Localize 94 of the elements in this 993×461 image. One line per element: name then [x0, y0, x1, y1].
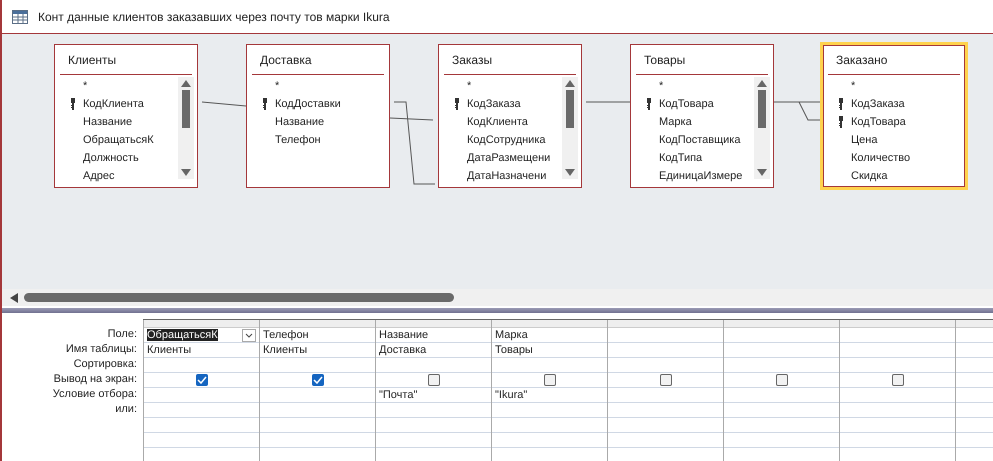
field-cell[interactable]: Марка [492, 328, 607, 343]
column-selector[interactable] [840, 320, 955, 328]
field-name[interactable]: КодКлиента [467, 116, 528, 128]
row-label: Поле: [106, 327, 138, 342]
table-name: Заказы [444, 45, 576, 75]
window-title: Конт данные клиентов заказавших через почту тов марки Ikura [38, 10, 390, 24]
field-name[interactable]: Название [275, 116, 324, 128]
field-name[interactable]: * [467, 80, 472, 92]
show-checkbox[interactable] [544, 374, 556, 386]
horizontal-scrollbar[interactable] [2, 289, 993, 306]
field-name[interactable]: КодЗаказа [851, 98, 905, 110]
field-cell[interactable]: Название [376, 328, 491, 343]
row-label: Вывод на экран: [52, 372, 138, 387]
scroll-thumb[interactable] [182, 90, 190, 128]
table-box[interactable]: Товары * КодТовара Марка КодПоставщика КодТипа ЕдиницаИзмере [630, 44, 774, 188]
show-checkbox[interactable] [196, 374, 208, 386]
table-name: Доставка [252, 45, 384, 75]
scroll-thumb[interactable] [758, 90, 766, 128]
field-name[interactable]: * [83, 80, 88, 92]
field-name[interactable]: * [659, 80, 664, 92]
field-name[interactable]: ЕдиницаИзмере [659, 170, 742, 182]
field-name[interactable]: Должность [83, 152, 139, 164]
criteria-cell[interactable]: "Почта" [376, 388, 491, 403]
show-checkbox[interactable] [428, 374, 440, 386]
column-selector[interactable] [608, 320, 723, 328]
vertical-scrollbar[interactable] [178, 77, 194, 179]
key-icon [262, 98, 268, 110]
field-name[interactable]: ДатаРазмещени [467, 152, 550, 164]
field-value: ОбращатьсяК [147, 329, 218, 341]
row-label: Имя таблицы: [64, 342, 138, 357]
field-name[interactable]: ОбращатьсяК [83, 134, 154, 146]
vertical-scrollbar[interactable] [754, 77, 770, 179]
field-name[interactable]: КодТипа [659, 152, 702, 164]
vertical-scrollbar[interactable] [562, 77, 578, 179]
field-name[interactable]: КодКлиента [83, 98, 144, 110]
table-box[interactable]: Доставка * КодДоставки Название Телефон [246, 44, 390, 188]
scroll-down-arrow-icon[interactable] [181, 169, 191, 176]
field-name[interactable]: КодТовара [659, 98, 714, 110]
key-icon [70, 98, 76, 110]
field-name[interactable]: Адрес [83, 170, 114, 182]
column-selector[interactable] [724, 320, 839, 328]
table-cell[interactable]: Товары [492, 343, 607, 358]
field-cell[interactable]: Телефон [260, 328, 375, 343]
table-box[interactable]: Заказы * КодЗаказа КодКлиента КодСотрудника ДатаРазмещени ДатаНазначени [438, 44, 582, 188]
table-box[interactable]: Заказано * КодЗаказа КодТовара Цена Количество Скидка [820, 42, 968, 190]
field-name[interactable]: Цена [851, 134, 878, 146]
show-checkbox[interactable] [776, 374, 788, 386]
row-label: Условие отбора: [52, 387, 138, 402]
scroll-down-arrow-icon[interactable] [565, 169, 575, 176]
table-name: Заказано [828, 45, 960, 75]
table-cell[interactable]: Клиенты [144, 343, 259, 358]
field-name[interactable]: КодЗаказа [467, 98, 521, 110]
scroll-left-arrow-icon[interactable] [10, 292, 18, 302]
join-line [202, 102, 246, 106]
show-checkbox[interactable] [892, 374, 904, 386]
field-cell[interactable]: ОбращатьсяК [144, 328, 259, 343]
column-selector[interactable] [492, 320, 607, 328]
field-name[interactable]: Название [83, 116, 132, 128]
field-value: Телефон [263, 329, 309, 341]
field-name[interactable]: КодПоставщика [659, 134, 740, 146]
key-icon [454, 98, 460, 110]
table-name: Клиенты [60, 45, 192, 75]
scroll-thumb[interactable] [566, 90, 574, 128]
table-cell[interactable]: Клиенты [260, 343, 375, 358]
column-selector[interactable] [376, 320, 491, 328]
key-icon [646, 98, 652, 110]
field-value: Название [379, 329, 428, 341]
scroll-up-arrow-icon[interactable] [181, 80, 191, 87]
table-name: Товары [636, 45, 768, 75]
dropdown-button[interactable] [242, 329, 256, 342]
key-icon [838, 116, 844, 128]
field-name[interactable]: Количество [851, 152, 910, 164]
field-name[interactable]: * [851, 80, 856, 92]
scroll-down-arrow-icon[interactable] [757, 169, 767, 176]
field-name[interactable]: * [275, 80, 280, 92]
show-checkbox[interactable] [312, 374, 324, 386]
field-name[interactable]: КодДоставки [275, 98, 341, 110]
scroll-up-arrow-icon[interactable] [565, 80, 575, 87]
row-label: или: [114, 402, 138, 417]
query-icon [12, 10, 28, 24]
field-value: Марка [495, 329, 528, 341]
key-icon [838, 98, 844, 110]
field-name[interactable]: КодТовара [851, 116, 906, 128]
field-name[interactable]: Телефон [275, 134, 321, 146]
field-name[interactable]: КодСотрудника [467, 134, 546, 146]
table-cell[interactable]: Доставка [376, 343, 491, 358]
field-name[interactable]: ДатаНазначени [467, 170, 546, 182]
scroll-up-arrow-icon[interactable] [757, 80, 767, 87]
row-label: Сортировка: [72, 357, 138, 372]
field-name[interactable]: Скидка [851, 170, 888, 182]
show-checkbox[interactable] [660, 374, 672, 386]
field-name[interactable]: Марка [659, 116, 692, 128]
criteria-cell[interactable]: "Ikura" [492, 388, 607, 403]
table-box[interactable]: Клиенты * КодКлиента Название ОбращатьсяК Должность Адрес [54, 44, 198, 188]
